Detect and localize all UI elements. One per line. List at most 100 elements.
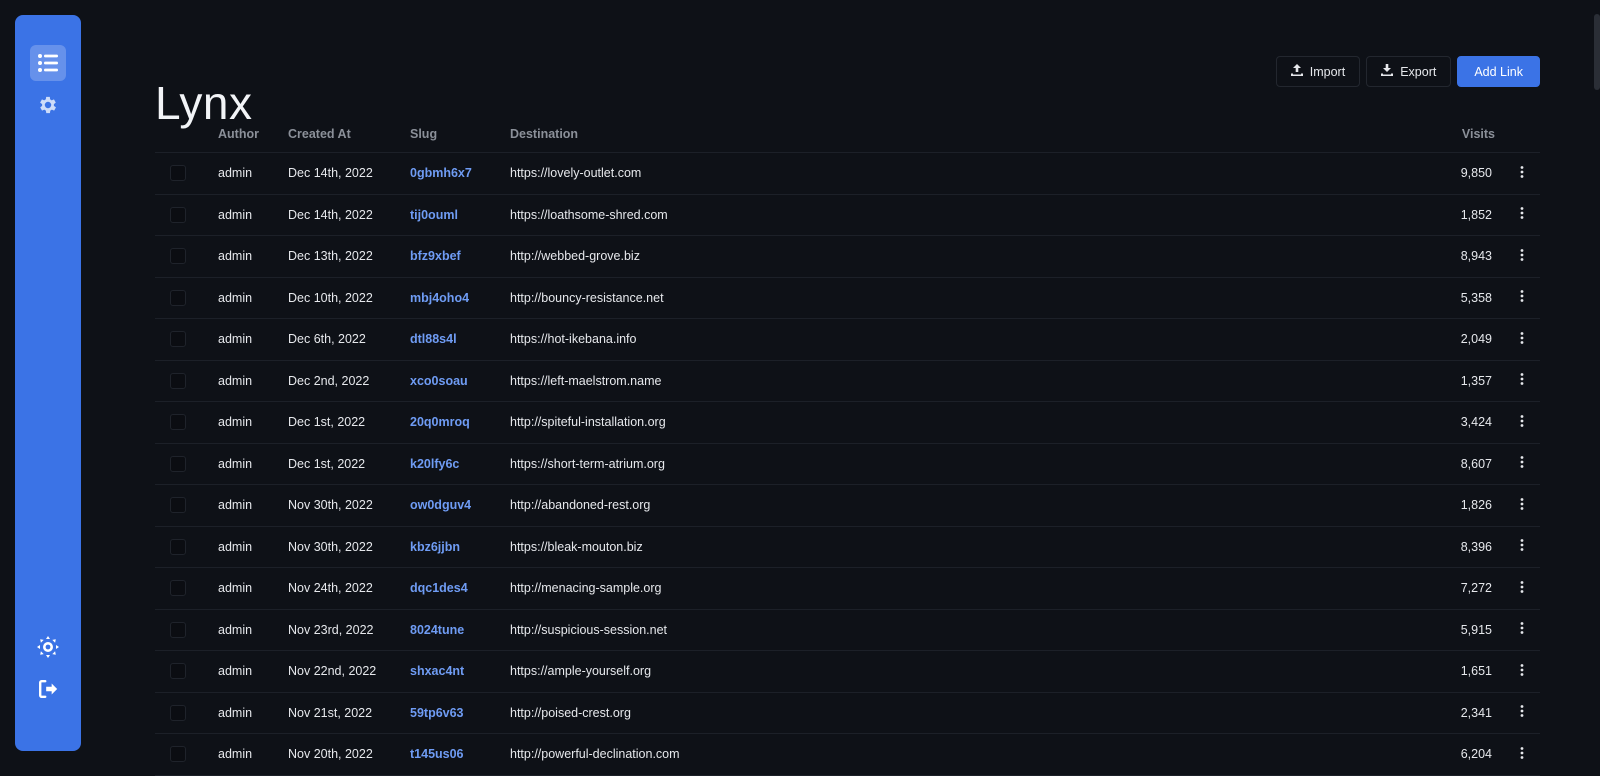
cell-destination: https://left-maelstrom.name	[510, 373, 662, 388]
cell-author: admin	[218, 332, 253, 346]
row-checkbox[interactable]	[170, 372, 186, 389]
links-table: Author Created At Slug Destination Visit…	[155, 117, 1540, 776]
more-vertical-icon	[1520, 248, 1524, 264]
import-button[interactable]: Import	[1275, 56, 1361, 87]
cell-created-at: Dec 13th, 2022	[288, 249, 373, 263]
more-vertical-icon	[1520, 373, 1524, 388]
row-menu-button[interactable]	[1514, 620, 1530, 640]
cell-destination: http://webbed-grove.biz	[510, 249, 640, 263]
scrollbar-thumb[interactable]	[1594, 14, 1600, 90]
row-checkbox[interactable]	[170, 538, 186, 555]
more-vertical-icon	[1520, 331, 1524, 347]
row-menu-button[interactable]	[1514, 454, 1530, 474]
cell-visits: 1,852	[1460, 207, 1492, 222]
cell-visits: 2,049	[1460, 332, 1492, 346]
cell-author: admin	[218, 207, 253, 222]
row-menu-button[interactable]	[1514, 495, 1530, 515]
table-row: admin Dec 1st, 2022 k20lfy6c https://short-…	[155, 444, 1540, 485]
cell-slug-link[interactable]: shxac4nt	[410, 664, 464, 678]
row-menu-button[interactable]	[1514, 288, 1530, 308]
row-menu-button[interactable]	[1514, 537, 1530, 557]
sidebar-item-settings[interactable]	[30, 87, 66, 123]
row-checkbox[interactable]	[170, 663, 186, 679]
add-link-button[interactable]: Add Link	[1457, 56, 1540, 87]
row-checkbox[interactable]	[170, 289, 186, 306]
cell-slug-link[interactable]: ow0dguv4	[410, 498, 471, 512]
row-menu-button[interactable]	[1514, 371, 1530, 391]
row-menu-button[interactable]	[1514, 205, 1530, 225]
row-checkbox[interactable]	[170, 206, 186, 223]
cell-visits: 2,341	[1460, 705, 1492, 720]
cell-visits: 1,651	[1460, 664, 1492, 678]
upload-icon	[1290, 64, 1303, 79]
row-menu-button[interactable]	[1514, 412, 1530, 432]
cell-slug-link[interactable]: bfz9xbef	[410, 249, 461, 263]
row-checkbox[interactable]	[170, 331, 186, 347]
cell-slug-link[interactable]: kbz6jjbn	[410, 540, 460, 554]
cell-destination: http://powerful-declination.com	[510, 747, 680, 761]
table-header: Author Created At Slug Destination Visit…	[155, 117, 1540, 153]
cell-author: admin	[218, 498, 253, 512]
row-checkbox[interactable]	[170, 746, 186, 762]
column-header-destination[interactable]: Destination	[510, 127, 578, 141]
more-vertical-icon	[1520, 207, 1524, 222]
cell-slug-link[interactable]: xco0soau	[410, 374, 468, 388]
row-checkbox[interactable]	[170, 704, 186, 721]
row-menu-button[interactable]	[1514, 163, 1530, 183]
theme-toggle-button[interactable]	[30, 629, 66, 665]
row-checkbox[interactable]	[170, 248, 186, 264]
table-row: admin Dec 13th, 2022 bfz9xbef http://webbed…	[155, 236, 1540, 278]
cell-created-at: Nov 22nd, 2022	[288, 664, 377, 678]
more-vertical-icon	[1520, 622, 1524, 637]
cell-created-at: Dec 1st, 2022	[288, 415, 366, 429]
row-checkbox[interactable]	[170, 580, 186, 596]
toolbar: Import Export Add Link	[1275, 56, 1540, 87]
cell-slug-link[interactable]: tij0ouml	[410, 208, 458, 222]
list-icon	[37, 53, 59, 73]
cell-slug-link[interactable]: dqc1des4	[410, 581, 468, 595]
sidebar-item-links[interactable]	[30, 45, 66, 81]
cell-created-at: Nov 23rd, 2022	[288, 622, 374, 637]
logout-button[interactable]	[30, 671, 66, 707]
row-checkbox[interactable]	[170, 165, 186, 181]
cell-destination: https://lovely-outlet.com	[510, 166, 642, 180]
row-menu-button[interactable]	[1514, 744, 1530, 764]
row-menu-button[interactable]	[1514, 578, 1530, 598]
row-checkbox[interactable]	[170, 621, 186, 638]
row-menu-button[interactable]	[1514, 329, 1530, 349]
row-checkbox[interactable]	[170, 497, 186, 513]
cell-author: admin	[218, 290, 253, 305]
cell-destination: http://bouncy-resistance.net	[510, 290, 664, 305]
cell-created-at: Dec 14th, 2022	[288, 207, 373, 222]
row-menu-button[interactable]	[1514, 661, 1530, 681]
export-label: Export	[1400, 64, 1437, 79]
more-vertical-icon	[1520, 705, 1524, 720]
cell-author: admin	[218, 705, 253, 720]
cell-slug-link[interactable]: mbj4oho4	[410, 291, 469, 305]
row-checkbox[interactable]	[170, 455, 186, 472]
cell-slug-link[interactable]: 20q0mroq	[410, 415, 470, 429]
cell-slug-link[interactable]: t145us06	[410, 747, 464, 761]
table-body: admin Dec 14th, 2022 0gbmh6x7 https://lovel…	[155, 153, 1540, 776]
cell-destination: https://loathsome-shred.com	[510, 207, 668, 222]
column-header-created-at[interactable]: Created At	[288, 127, 351, 141]
row-checkbox[interactable]	[170, 414, 186, 430]
cell-visits: 7,272	[1460, 581, 1492, 595]
cell-author: admin	[218, 373, 253, 388]
cell-slug-link[interactable]: k20lfy6c	[410, 457, 459, 471]
cell-slug-link[interactable]: 0gbmh6x7	[410, 166, 472, 180]
cell-author: admin	[218, 622, 253, 637]
column-header-slug[interactable]: Slug	[410, 127, 437, 141]
logout-icon	[37, 678, 59, 700]
row-menu-button[interactable]	[1514, 703, 1530, 723]
more-vertical-icon	[1520, 497, 1524, 513]
column-header-author[interactable]: Author	[218, 127, 259, 141]
column-header-visits[interactable]: Visits	[1462, 127, 1495, 141]
cell-author: admin	[218, 747, 253, 761]
export-button[interactable]: Export	[1366, 56, 1452, 87]
cell-slug-link[interactable]: 59tp6v63	[410, 706, 464, 720]
row-menu-button[interactable]	[1514, 246, 1530, 266]
cell-slug-link[interactable]: 8024tune	[410, 623, 464, 637]
sidebar	[15, 15, 81, 751]
cell-slug-link[interactable]: dtl88s4l	[410, 332, 457, 346]
